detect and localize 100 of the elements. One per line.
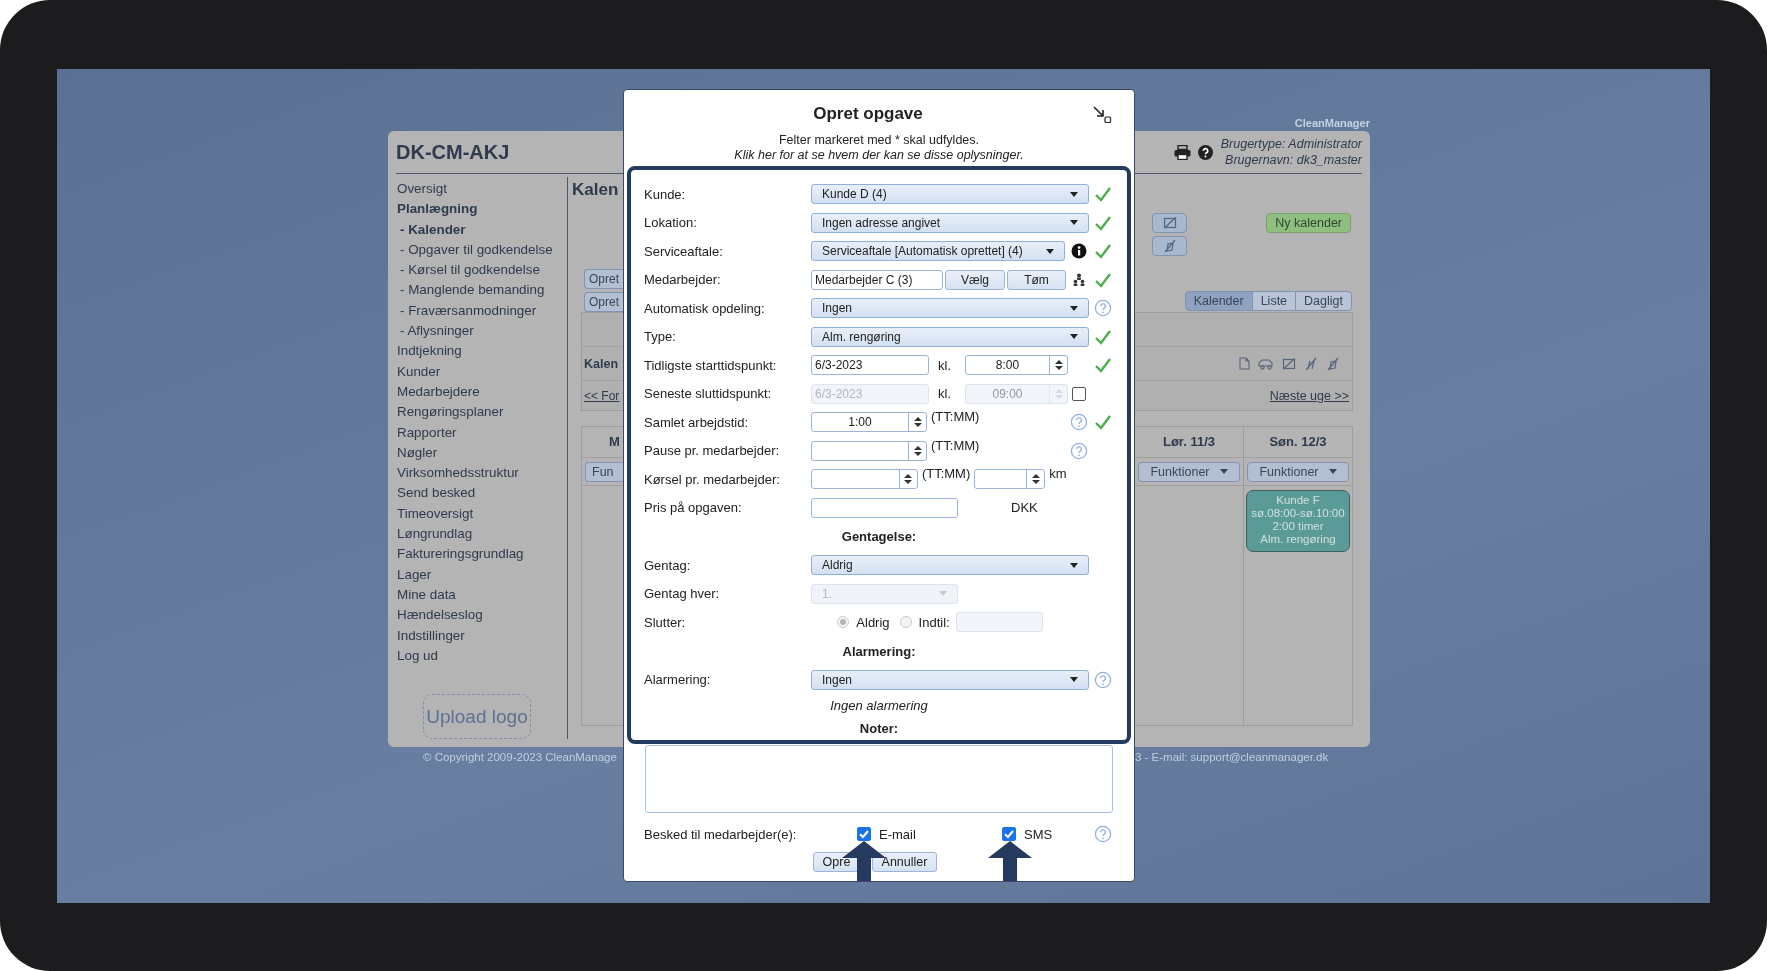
picker-button[interactable]: Vælg (945, 269, 1005, 290)
sidebar-item[interactable]: Planlægning (397, 199, 478, 220)
cancel-button[interactable]: Annuller (871, 852, 938, 872)
info-link[interactable]: Klik her for at se hvem der kan se disse oplysninger. (734, 148, 1024, 162)
picker-button[interactable]: Tøm (1007, 269, 1066, 290)
date-field: 6/3-2023 (811, 383, 929, 404)
help-icon[interactable] (1197, 144, 1213, 160)
square-slash-icon[interactable] (1152, 213, 1187, 233)
caret-icon (1070, 677, 1078, 683)
sidebar-item[interactable]: Kunder (397, 361, 441, 382)
functions-menu[interactable]: Funktioner (1138, 461, 1240, 482)
checkbox[interactable] (1002, 827, 1016, 841)
duration-field[interactable] (811, 440, 927, 461)
sidebar-item[interactable]: Løngrundlag (397, 524, 473, 545)
annotation-arrow (988, 841, 1032, 881)
checkbox[interactable] (857, 827, 871, 841)
resize-icon[interactable] (1092, 104, 1112, 124)
sidebar-item[interactable]: Virksomhedsstruktur (397, 463, 519, 484)
sidebar-item[interactable]: Timeoversigt (397, 503, 474, 525)
field-label: Gentag hver: (644, 586, 721, 602)
checkbox-label: E-mail (879, 826, 916, 842)
marker-slash-icon[interactable] (1304, 356, 1318, 371)
dropdown-field[interactable]: Kunde D (4) (811, 184, 1089, 205)
date-field[interactable]: 6/3-2023 (811, 355, 929, 376)
sidebar-item[interactable]: - Kalender (397, 219, 466, 240)
dropdown-field[interactable]: Ingen (811, 298, 1089, 319)
field-label: Kunde: (644, 186, 687, 202)
new-calendar-button[interactable]: Ny kalender (1266, 213, 1351, 233)
sidebar-item[interactable]: - Manglende bemanding (397, 280, 545, 301)
next-week-link[interactable]: Næste uge >> (1269, 388, 1349, 403)
dropdown-field[interactable]: Alm. rengøring (811, 326, 1089, 347)
user-type: Brugertype: Administrator (1220, 136, 1362, 152)
distance-field[interactable] (974, 469, 1046, 490)
sidebar-item[interactable]: - Fraværsanmodninger (397, 300, 537, 322)
field-label: Pause pr. medarbejder: (644, 443, 781, 459)
car-icon[interactable] (1258, 357, 1274, 370)
account-title: DK-CM-AKJ (396, 140, 510, 164)
field-label: Seneste sluttidspunkt: (644, 386, 773, 402)
field-label: Pris på opgaven: (644, 500, 743, 516)
square-slash-icon[interactable] (1282, 356, 1296, 371)
field-label: Serviceaftale: (644, 243, 724, 259)
sidebar-item[interactable]: Indstillinger (397, 625, 465, 646)
field-label: Type: (644, 329, 677, 345)
sidebar-item[interactable]: Rapporter (397, 422, 457, 443)
marker-slash-icon[interactable] (1326, 356, 1340, 371)
field-label: Besked til medarbejder(e): (644, 826, 798, 842)
view-tab[interactable]: Dagligt (1295, 291, 1352, 311)
caret-icon (1046, 248, 1054, 254)
sidebar-item[interactable]: Oversigt (397, 179, 447, 200)
sidebar-item[interactable]: Hændelseslog (397, 605, 483, 626)
section-heading: Alarmering: (842, 643, 916, 659)
sidebar-item[interactable]: Faktureringsgrundlag (397, 544, 524, 565)
notes-field[interactable] (645, 745, 1113, 813)
sidebar-item[interactable]: - Kørsel til godkendelse (397, 260, 540, 281)
sidebar-item[interactable]: Rengøringsplaner (397, 402, 504, 423)
caret-icon (1070, 562, 1078, 568)
caret-icon (1219, 469, 1228, 474)
field-label: Gentag: (644, 557, 692, 573)
field-label: Lokation: (644, 215, 698, 231)
time-field[interactable]: 8:00 (965, 355, 1068, 376)
create-button[interactable]: Opret (584, 292, 623, 312)
duration-field[interactable] (811, 469, 918, 490)
dropdown-field[interactable]: Serviceaftale [Automatisk oprettet] (4) (811, 241, 1065, 262)
info-icon[interactable] (1071, 243, 1087, 260)
duration-field[interactable]: 1:00 (811, 412, 927, 433)
sidebar-item[interactable]: Send besked (397, 483, 476, 504)
view-tab[interactable]: Kalender (1184, 291, 1253, 311)
sidebar-item[interactable]: Log ud (397, 645, 438, 667)
print-icon[interactable] (1173, 144, 1191, 160)
caret-icon (939, 591, 947, 597)
field-label: Automatisk opdeling: (644, 300, 766, 316)
create-button[interactable]: Opret (584, 269, 623, 289)
view-tab[interactable]: Liste (1251, 291, 1297, 311)
field-label: Alarmering: (644, 672, 712, 688)
previous-week-link[interactable]: << For (584, 388, 620, 403)
marker-slash-icon[interactable] (1152, 236, 1187, 256)
dropdown-field[interactable]: Ingen adresse angivet (811, 212, 1089, 233)
sidebar-item[interactable]: Nøgler (397, 442, 438, 464)
caret-icon (1070, 191, 1078, 197)
functions-menu[interactable]: Funktioner (1247, 461, 1349, 482)
sidebar-item[interactable]: - Aflysninger (397, 321, 474, 342)
sidebar-item[interactable]: Medarbejdere (397, 381, 480, 403)
unit-label: (TT:MM) (931, 409, 980, 425)
dropdown-field[interactable]: Aldrig (811, 555, 1089, 576)
radio-label: Indtil: (918, 614, 950, 630)
time-prefix: kl. (938, 357, 951, 373)
people-icon[interactable] (1072, 272, 1086, 287)
sidebar-item[interactable]: Lager (397, 564, 432, 585)
functions-menu[interactable]: Fun (585, 461, 623, 482)
sidebar-item[interactable]: - Opgaver til godkendelse (397, 239, 553, 261)
dropdown-field[interactable]: Ingen (811, 669, 1089, 690)
sidebar-item[interactable]: Indtjekning (397, 341, 462, 362)
radio-label: Aldrig (856, 614, 890, 630)
price-field[interactable] (811, 497, 958, 518)
support-email-text: 3 - E-mail: support@cleanmanager.dk (1135, 751, 1329, 763)
sidebar-item[interactable]: Mine data (397, 584, 456, 606)
document-icon[interactable] (1239, 357, 1250, 370)
employee-field[interactable]: Medarbejder C (3) (811, 269, 943, 290)
field-label: Medarbejder: (644, 272, 722, 288)
caret-icon (1070, 334, 1078, 340)
